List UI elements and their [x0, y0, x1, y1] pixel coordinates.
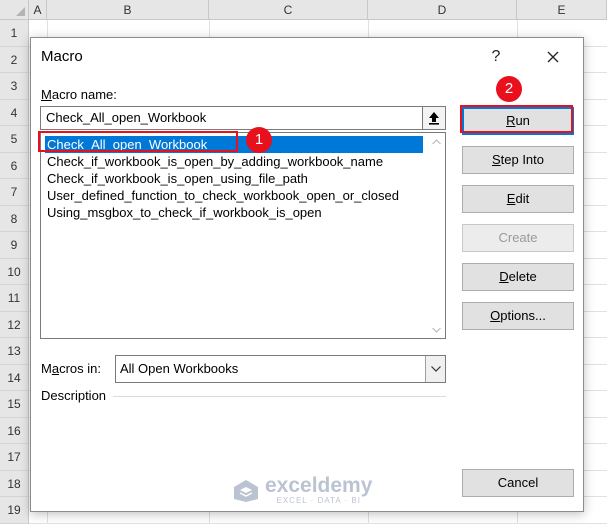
row-header[interactable]: 13 — [0, 338, 29, 365]
help-button[interactable]: ? — [482, 44, 510, 70]
row-header[interactable]: 19 — [0, 497, 29, 524]
row-header[interactable]: 18 — [0, 470, 29, 497]
close-button[interactable] — [539, 44, 567, 70]
watermark-name: exceldemy — [265, 474, 373, 497]
macros-in-select[interactable]: All Open Workbooks — [115, 355, 446, 383]
selected-macro-highlight — [38, 131, 238, 152]
description-label: Description — [41, 388, 107, 403]
description-divider — [113, 396, 446, 397]
row-header[interactable]: 4 — [0, 99, 29, 126]
macros-in-value: All Open Workbooks — [120, 361, 239, 376]
chevron-down-icon — [430, 366, 441, 372]
exceldemy-watermark: exceldemy EXCEL · DATA · BI — [233, 474, 373, 505]
create-button[interactable]: Create — [462, 224, 574, 252]
column-header-e[interactable]: E — [517, 0, 607, 20]
macro-name-label: Macro name: — [41, 87, 117, 102]
scroll-up-button[interactable] — [428, 133, 445, 150]
row-header[interactable]: 9 — [0, 232, 29, 259]
column-header-c[interactable]: C — [209, 0, 368, 20]
watermark-tagline: EXCEL · DATA · BI — [276, 496, 361, 505]
row-header[interactable]: 5 — [0, 126, 29, 153]
row-header[interactable]: 11 — [0, 285, 29, 312]
row-header[interactable]: 3 — [0, 73, 29, 100]
select-all-corner[interactable] — [0, 0, 29, 20]
list-scrollbar[interactable] — [428, 133, 445, 338]
row-header[interactable]: 14 — [0, 364, 29, 391]
row-header[interactable]: 2 — [0, 46, 29, 73]
close-icon — [547, 51, 559, 63]
macros-in-dropdown-button[interactable] — [425, 356, 445, 382]
step-into-button[interactable]: Step Into — [462, 146, 574, 174]
cancel-button[interactable]: Cancel — [462, 469, 574, 497]
macros-in-label: Macros in: — [41, 361, 101, 376]
step-1-badge: 1 — [246, 127, 272, 153]
options-button[interactable]: Options... — [462, 302, 574, 330]
row-header[interactable]: 17 — [0, 444, 29, 471]
scroll-down-button[interactable] — [428, 321, 445, 338]
step-2-badge: 2 — [496, 76, 522, 102]
edit-button[interactable]: Edit — [462, 185, 574, 213]
upload-arrow-icon — [429, 112, 439, 125]
collapse-dialog-button[interactable] — [422, 106, 446, 130]
row-header[interactable]: 12 — [0, 311, 29, 338]
delete-button[interactable]: Delete — [462, 263, 574, 291]
row-header[interactable]: 1 — [0, 20, 29, 47]
run-button-highlight — [460, 105, 573, 133]
column-header-a[interactable]: A — [29, 0, 47, 20]
macro-name-input[interactable]: Check_All_open_Workbook — [40, 106, 423, 130]
row-header[interactable]: 16 — [0, 417, 29, 444]
list-item[interactable]: User_defined_function_to_check_workbook_… — [45, 187, 399, 204]
list-item[interactable]: Check_if_workbook_is_open_by_adding_work… — [45, 153, 383, 170]
exceldemy-logo-icon — [234, 479, 258, 502]
chevron-down-icon — [432, 327, 441, 333]
row-header[interactable]: 15 — [0, 391, 29, 418]
row-header[interactable]: 8 — [0, 205, 29, 232]
chevron-up-icon — [432, 138, 441, 144]
list-item[interactable]: Using_msgbox_to_check_if_workbook_is_ope… — [45, 204, 322, 221]
row-header[interactable]: 10 — [0, 258, 29, 285]
macro-list[interactable]: Check_All_open_Workbook Check_if_workboo… — [40, 132, 446, 339]
list-item[interactable]: Check_if_workbook_is_open_using_file_pat… — [45, 170, 308, 187]
column-header-d[interactable]: D — [368, 0, 517, 20]
row-header[interactable]: 6 — [0, 152, 29, 179]
dialog-title: Macro — [41, 48, 83, 65]
row-header[interactable]: 7 — [0, 179, 29, 206]
column-header-b[interactable]: B — [47, 0, 209, 20]
